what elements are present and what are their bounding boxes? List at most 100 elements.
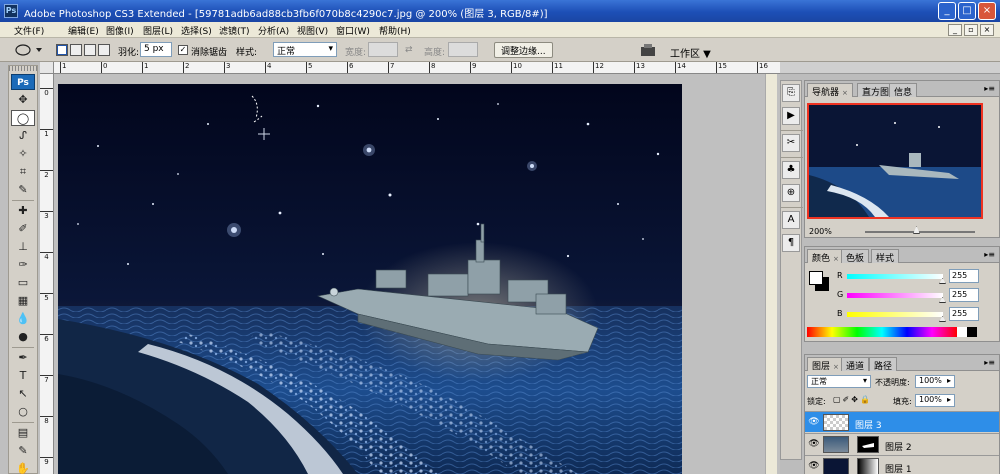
tab-color[interactable]: 颜色 × [807, 249, 844, 264]
workspace-menu[interactable]: 工作区 ▼ [670, 45, 711, 60]
intersect-selection-icon[interactable] [98, 44, 110, 56]
menu-edit[interactable]: 编辑(E) [68, 24, 99, 37]
close-icon[interactable]: × [833, 255, 839, 263]
layer-row[interactable]: 👁 图层 2 [805, 433, 999, 454]
dock-header[interactable] [780, 62, 1000, 74]
maximize-button[interactable]: □ [958, 2, 976, 20]
minimize-button[interactable]: _ [938, 2, 956, 20]
close-icon[interactable]: × [842, 89, 848, 97]
menu-window[interactable]: 窗口(W) [336, 24, 370, 37]
document-canvas[interactable] [58, 84, 682, 474]
eyedropper-tool-icon[interactable]: ✎ [11, 443, 35, 459]
actions-panel-icon[interactable]: ▶ [782, 107, 800, 125]
elliptical-marquee-tool-icon[interactable]: ◯ [11, 110, 35, 126]
opacity-input[interactable]: 100% ▸ [915, 375, 955, 388]
blue-slider[interactable] [847, 312, 943, 317]
tool-preset-picker[interactable] [14, 43, 44, 57]
history-brush-tool-icon[interactable]: ✑ [11, 257, 35, 273]
toolbox-grip[interactable] [9, 66, 37, 71]
close-button[interactable]: × [978, 2, 996, 20]
ellipse-shape-tool-icon[interactable]: ○ [11, 404, 35, 420]
crop-tool-icon[interactable]: ⌗ [11, 164, 35, 180]
tab-paths[interactable]: 路径 [869, 357, 898, 372]
black-white-ramp[interactable] [957, 327, 977, 337]
tab-styles[interactable]: 样式 [871, 249, 900, 264]
menu-help[interactable]: 帮助(H) [379, 24, 411, 37]
eraser-tool-icon[interactable]: ▭ [11, 275, 35, 291]
swap-icon[interactable]: ⇄ [405, 45, 413, 55]
brushes-panel-icon[interactable]: ♣ [782, 161, 800, 179]
menu-image[interactable]: 图像(I) [106, 24, 134, 37]
menu-select[interactable]: 选择(S) [181, 24, 212, 37]
zoom-slider-handle[interactable] [913, 226, 920, 234]
document-vertical-scrollbar[interactable] [765, 74, 777, 474]
layer-row[interactable]: 👁 图层 3 [805, 411, 999, 432]
clone-stamp-tool-icon[interactable]: ⊥ [11, 239, 35, 255]
tab-channels[interactable]: 通道 [841, 357, 870, 372]
tab-swatches[interactable]: 色板 [841, 249, 870, 264]
doc-close-button[interactable]: × [980, 24, 994, 36]
tab-navigator[interactable]: 导航器 × [807, 83, 853, 98]
slice-tool-icon[interactable]: ✎ [11, 182, 35, 198]
menu-file[interactable]: 文件(F) [14, 24, 44, 37]
paragraph-panel-icon[interactable]: ¶ [782, 234, 800, 252]
navigator-thumbnail[interactable] [807, 103, 983, 219]
eye-icon[interactable]: 👁 [808, 417, 820, 427]
refine-edge-button[interactable]: 调整边缘... [494, 42, 553, 58]
green-value-input[interactable]: 255 [949, 288, 979, 302]
subtract-from-selection-icon[interactable] [84, 44, 96, 56]
new-selection-icon[interactable] [56, 44, 68, 56]
width-input[interactable] [368, 42, 398, 57]
panel-menu-icon[interactable]: ▸≡ [984, 250, 995, 259]
doc-restore-button[interactable]: ▫ [964, 24, 978, 36]
add-to-selection-icon[interactable] [70, 44, 82, 56]
history-panel-icon[interactable]: ⎘ [782, 84, 800, 102]
magic-wand-tool-icon[interactable]: ✧ [11, 146, 35, 162]
menu-layer[interactable]: 图层(L) [143, 24, 173, 37]
height-input[interactable] [448, 42, 478, 57]
ruler-origin[interactable] [40, 62, 54, 74]
vertical-ruler[interactable]: 0 1 2 3 4 5 6 7 8 9 [40, 74, 54, 474]
pen-tool-icon[interactable]: ✒ [11, 350, 35, 366]
path-selection-tool-icon[interactable]: ↖ [11, 386, 35, 402]
brush-tool-icon[interactable]: ✐ [11, 221, 35, 237]
eye-icon[interactable]: 👁 [808, 461, 820, 471]
tab-info[interactable]: 信息 [889, 83, 918, 98]
type-tool-icon[interactable]: T [11, 368, 35, 384]
navigator-zoom-value[interactable]: 200% [809, 227, 832, 236]
fill-input[interactable]: 100% ▸ [915, 394, 955, 407]
doc-minimize-button[interactable]: _ [948, 24, 962, 36]
blue-value-input[interactable]: 255 [949, 307, 979, 321]
red-slider[interactable] [847, 274, 943, 279]
color-spectrum-bar[interactable] [807, 327, 957, 337]
menu-view[interactable]: 视图(V) [297, 24, 328, 37]
foreground-color-swatch[interactable] [809, 271, 823, 285]
character-panel-icon[interactable]: A [782, 211, 800, 229]
lock-icons[interactable]: ▢✐✥🔒 [833, 395, 872, 409]
layer-row[interactable]: 👁 图层 1 [805, 455, 999, 474]
panel-menu-icon[interactable]: ▸≡ [984, 358, 995, 367]
gradient-tool-icon[interactable]: ▦ [11, 293, 35, 309]
horizontal-ruler[interactable]: 1 0 1 2 3 4 5 6 7 8 9 10 11 12 13 14 15 16 [54, 62, 780, 74]
tool-presets-icon[interactable]: ✂ [782, 134, 800, 152]
blur-tool-icon[interactable]: 💧 [11, 311, 35, 327]
clone-source-icon[interactable]: ⊕ [782, 184, 800, 202]
hand-tool-icon[interactable]: ✋ [11, 461, 35, 474]
red-value-input[interactable]: 255 [949, 269, 979, 283]
lasso-tool-icon[interactable]: ᔑ [11, 128, 35, 144]
tab-layers[interactable]: 图层 × [807, 357, 844, 372]
panel-menu-icon[interactable]: ▸≡ [984, 84, 995, 93]
zoom-slider[interactable] [865, 231, 975, 233]
notes-tool-icon[interactable]: ▤ [11, 425, 35, 441]
antialias-checkbox[interactable]: ✓ [178, 45, 188, 55]
style-select[interactable]: 正常 ▾ [273, 42, 337, 57]
close-icon[interactable]: × [833, 363, 839, 371]
eye-icon[interactable]: 👁 [808, 439, 820, 449]
blend-mode-select[interactable]: 正常 ▾ [807, 375, 871, 388]
move-tool-icon[interactable]: ✥ [11, 92, 35, 108]
palette-well-icon[interactable] [640, 43, 656, 57]
feather-input[interactable]: 5 px [140, 42, 172, 57]
dodge-tool-icon[interactable]: ● [11, 329, 35, 345]
menu-analysis[interactable]: 分析(A) [258, 24, 289, 37]
menu-filter[interactable]: 滤镜(T) [219, 24, 250, 37]
